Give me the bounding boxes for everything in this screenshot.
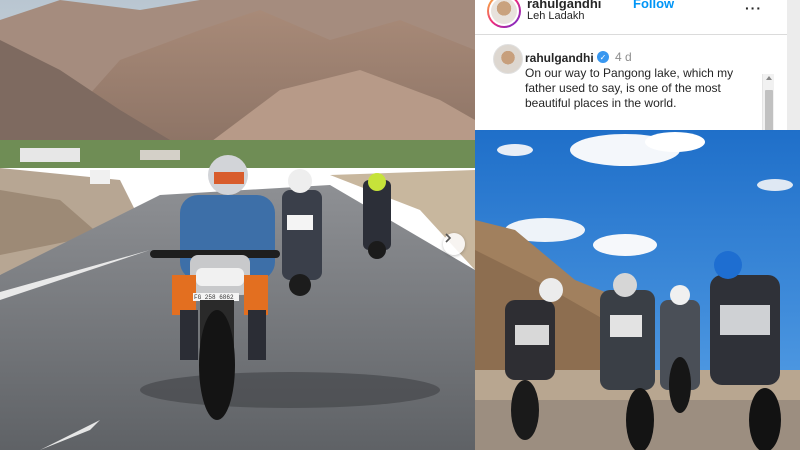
follow-button[interactable]: Follow bbox=[633, 0, 674, 11]
page-edge-strip bbox=[787, 0, 800, 130]
next-slide-button[interactable] bbox=[443, 233, 465, 255]
caption-avatar[interactable] bbox=[493, 44, 523, 74]
post-timestamp[interactable]: 4 d bbox=[615, 50, 632, 64]
rider-far bbox=[363, 173, 391, 259]
caption-scrollbar[interactable] bbox=[762, 74, 774, 130]
post-location[interactable]: Leh Ladakh bbox=[527, 10, 585, 22]
caption-text: On our way to Pangong lake, which my fat… bbox=[525, 66, 734, 110]
group-riders-image bbox=[475, 130, 800, 450]
road-scene-image: FG 258 6862 bbox=[0, 0, 475, 450]
scroll-up-arrow-icon[interactable] bbox=[766, 76, 772, 80]
caption-username[interactable]: rahulgandhi bbox=[525, 51, 594, 65]
post-info-panel: rahulgandhi Follow Leh Ladakh ··· rahulg… bbox=[475, 0, 800, 130]
post-header: rahulgandhi Follow Leh Ladakh ··· bbox=[475, 0, 800, 35]
verified-badge-icon: ✓ bbox=[597, 51, 609, 63]
secondary-post-photo[interactable] bbox=[475, 130, 800, 450]
header-avatar[interactable] bbox=[487, 0, 521, 28]
more-options-icon[interactable]: ··· bbox=[745, 0, 762, 16]
caption-section: rahulgandhi ✓ 4 d On our way to Pangong … bbox=[475, 36, 800, 130]
scroll-thumb[interactable] bbox=[765, 90, 773, 130]
main-post-photo[interactable]: FG 258 6862 bbox=[0, 0, 475, 450]
front-license-plate: FG 258 6862 bbox=[194, 294, 234, 301]
